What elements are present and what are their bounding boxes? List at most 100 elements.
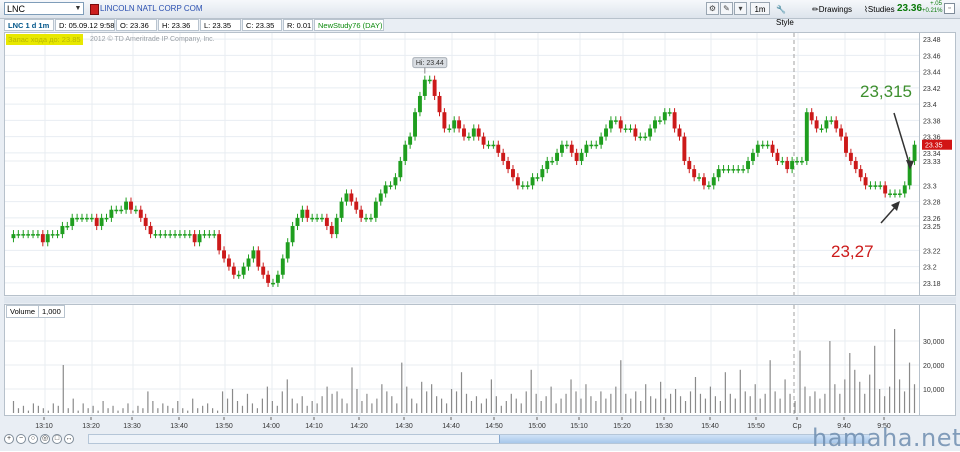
candle-body xyxy=(697,177,702,179)
candle-body xyxy=(432,79,437,96)
studies-button[interactable]: ⌇Studies xyxy=(860,2,898,15)
candle-body xyxy=(466,136,471,139)
candle-body xyxy=(60,225,65,235)
drawings-button[interactable]: ✏Drawings xyxy=(808,2,858,15)
zoom-in-icon[interactable]: + xyxy=(4,434,14,444)
candle-body xyxy=(290,225,295,243)
candle-body xyxy=(80,217,84,220)
candle-body xyxy=(378,193,383,202)
candle-body xyxy=(809,112,814,121)
candle-body xyxy=(520,185,525,187)
candle-body xyxy=(579,152,584,161)
candle-body xyxy=(511,169,515,178)
candle-body xyxy=(706,185,711,187)
candle-body xyxy=(437,95,442,113)
time-tick-label: 13:40 xyxy=(170,423,188,430)
upper-arrow-head xyxy=(906,160,914,170)
candle-body xyxy=(207,234,212,236)
time-scrollbar[interactable] xyxy=(88,434,870,444)
symbol-input[interactable]: LNC ▼ xyxy=(4,2,84,15)
study-label[interactable]: NewStudy76 (DAY) xyxy=(314,19,384,31)
candle-body xyxy=(589,144,594,147)
candle-body xyxy=(893,193,897,195)
time-tick-label: 13:20 xyxy=(82,423,100,430)
candle-body xyxy=(692,169,697,178)
candle-body xyxy=(535,177,540,179)
price-chart: Hi: 23.44 23,315 23,27 xyxy=(5,33,919,295)
time-tick-label: 15:50 xyxy=(747,423,765,430)
zoom-fit-icon[interactable]: ◎ xyxy=(40,434,50,444)
candle-body xyxy=(755,144,760,153)
price-tick-label: 23.42 xyxy=(923,86,941,93)
candle-body xyxy=(133,209,138,212)
lower-target-label: 23,27 xyxy=(831,242,874,261)
candle-body xyxy=(604,128,608,137)
candle-body xyxy=(241,266,246,275)
candle-body xyxy=(790,160,795,170)
candle-body xyxy=(177,234,182,236)
bar-close: C: 23.35 xyxy=(242,19,282,31)
time-tick-label: 14:10 xyxy=(305,423,323,430)
candle-body xyxy=(173,234,178,236)
candle-body xyxy=(746,160,751,170)
candle-body xyxy=(506,160,511,170)
time-tick-label: 15:30 xyxy=(655,423,673,430)
dropdown-arrow-icon[interactable]: ▾ xyxy=(734,2,747,15)
watermark: hamaha.net xyxy=(812,424,960,452)
drawings-icon: ✏ xyxy=(812,5,819,14)
bar-low: L: 23.35 xyxy=(200,19,241,31)
price-tick-label: 23.25 xyxy=(923,224,941,231)
candle-body xyxy=(912,144,917,161)
candle-body xyxy=(643,136,648,139)
style-button[interactable]: 🔧Style xyxy=(772,2,806,27)
pencil-icon[interactable]: ✎ xyxy=(720,2,733,15)
interval-button[interactable]: 1m xyxy=(750,2,770,15)
pane-splitter[interactable] xyxy=(4,297,956,303)
candle-body xyxy=(775,152,780,161)
settings-icon[interactable]: ⚙ xyxy=(706,2,719,15)
candle-body xyxy=(545,160,550,170)
candle-body xyxy=(491,144,496,147)
copyright-text: 2012 © TD Ameritrade IP Company, Inc. xyxy=(90,36,215,43)
time-tick-label: 14:00 xyxy=(262,423,280,430)
candle-body xyxy=(45,234,50,243)
time-tick-label: 15:20 xyxy=(613,423,631,430)
candle-body xyxy=(633,128,638,137)
candle-body xyxy=(618,120,623,129)
candle-body xyxy=(564,144,569,147)
candle-body xyxy=(413,112,417,137)
dropdown-arrow-icon[interactable]: ▼ xyxy=(73,3,83,14)
candle-body xyxy=(550,160,555,163)
time-tick-label: Ср xyxy=(793,423,802,430)
zoom-out-icon[interactable]: − xyxy=(16,434,26,444)
candle-body xyxy=(569,144,574,153)
drawings-label: Drawings xyxy=(818,5,853,14)
candle-body xyxy=(525,185,530,187)
candle-body xyxy=(824,120,829,129)
pan-icon[interactable]: ↔ xyxy=(64,434,74,444)
volume-pane[interactable] xyxy=(4,304,920,416)
time-tick-label: 14:40 xyxy=(442,423,460,430)
candle-body xyxy=(858,169,863,178)
candle-body xyxy=(408,136,413,145)
zoom-box-icon[interactable]: □ xyxy=(52,434,62,444)
candle-body xyxy=(530,177,535,186)
window-icon[interactable]: ▫ xyxy=(944,3,955,14)
zoom-reset-icon[interactable]: ○ xyxy=(28,434,38,444)
candle-body xyxy=(388,185,393,187)
volume-tick-label: 20,000 xyxy=(923,363,945,370)
current-price-tag-text: 23.35 xyxy=(925,143,943,150)
candle-body xyxy=(114,209,119,212)
price-pane[interactable]: Hi: 23.44 23,315 23,27 xyxy=(4,32,920,296)
volume-axis: 30,000 20,000 10,000 xyxy=(920,304,956,416)
candle-body xyxy=(217,234,222,251)
time-tick-label: 15:10 xyxy=(570,423,588,430)
candle-body xyxy=(829,120,834,122)
candle-body xyxy=(819,128,824,130)
candle-body xyxy=(672,112,677,129)
candle-body xyxy=(315,217,320,220)
candle-body xyxy=(182,234,187,236)
candle-body xyxy=(295,217,300,226)
candle-body xyxy=(158,234,163,236)
candle-body xyxy=(148,225,153,235)
